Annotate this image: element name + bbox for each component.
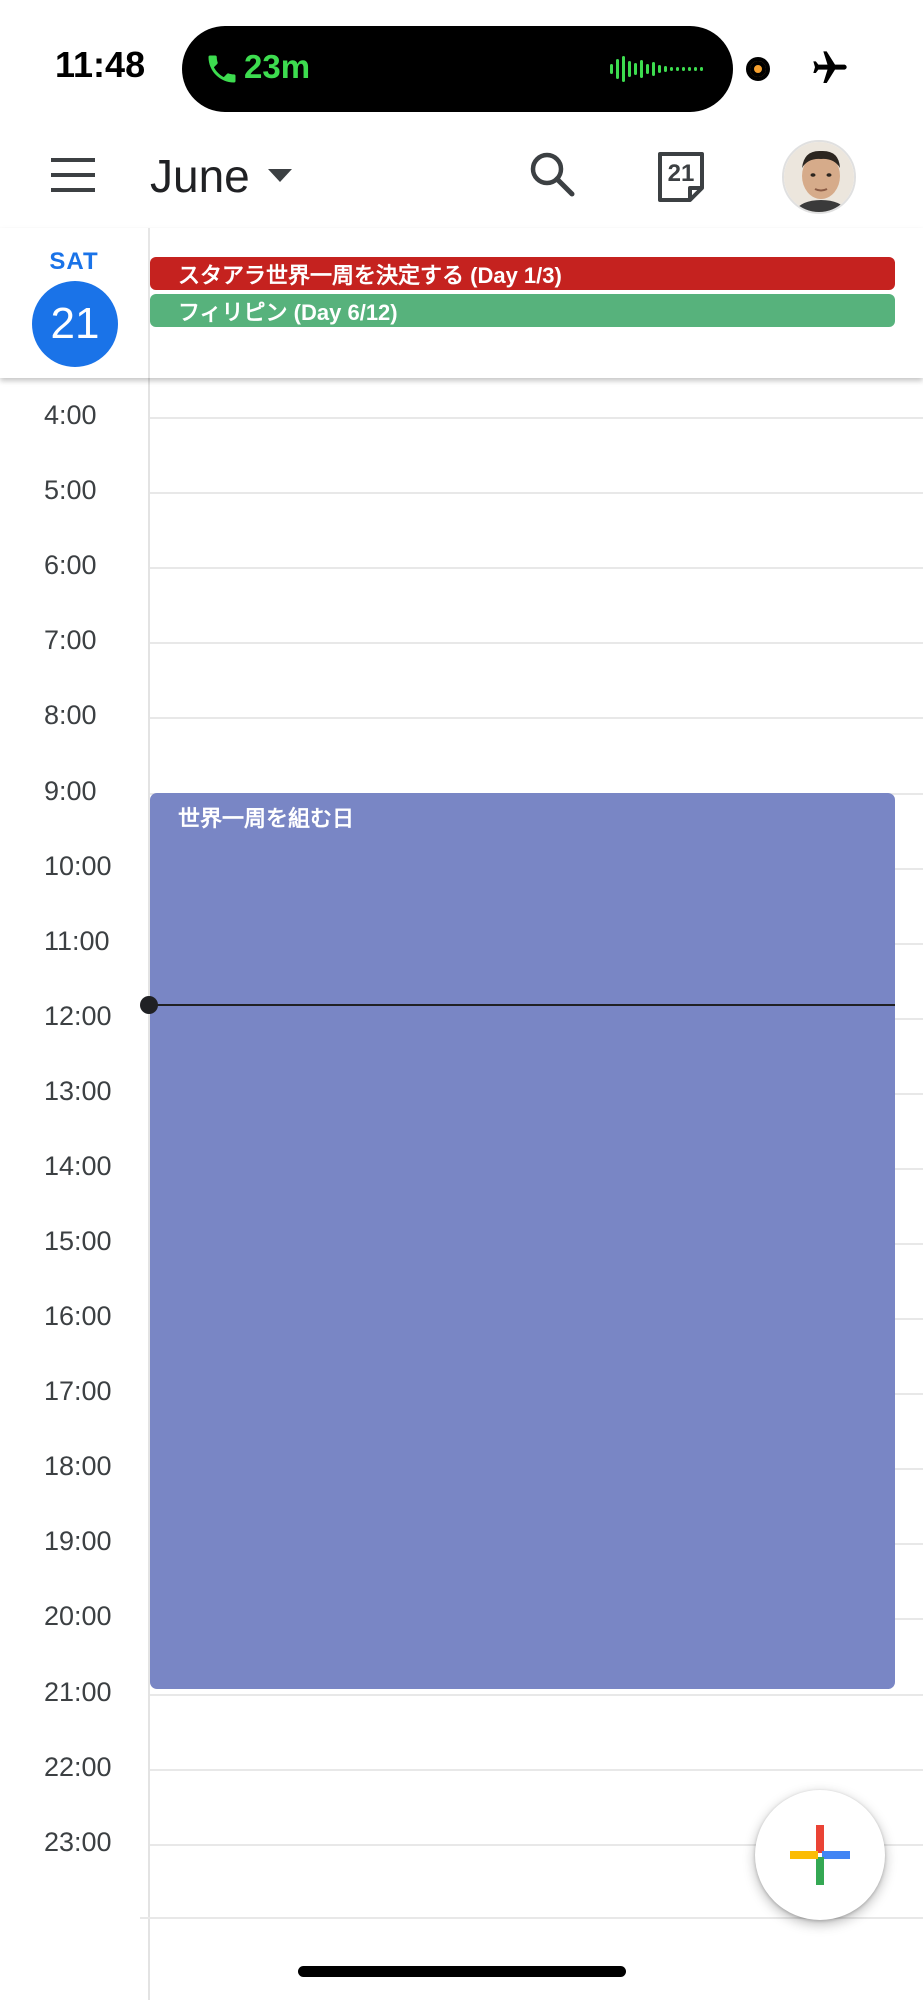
hour-line bbox=[150, 642, 923, 644]
status-time: 11:48 bbox=[55, 44, 146, 85]
hour-row: 6:00 bbox=[0, 550, 923, 580]
hour-label: 4:00 bbox=[44, 400, 97, 430]
hour-label: 21:00 bbox=[44, 1677, 112, 1707]
month-label: June bbox=[150, 150, 250, 202]
hour-row: 4:00 bbox=[0, 400, 923, 430]
hour-label: 18:00 bbox=[44, 1451, 112, 1481]
dynamic-island-call[interactable]: 23m bbox=[182, 26, 733, 112]
orange-dot-icon bbox=[746, 57, 770, 81]
hour-row: 8:00 bbox=[0, 700, 923, 730]
hour-line bbox=[150, 492, 923, 494]
hour-label: 5:00 bbox=[44, 475, 97, 505]
timed-event[interactable]: 世界一周を組む日 bbox=[150, 793, 895, 1689]
day-weekday: SAT bbox=[49, 248, 99, 275]
hour-label: 13:00 bbox=[44, 1076, 112, 1106]
hour-label: 17:00 bbox=[44, 1376, 112, 1406]
call-duration: 23m bbox=[244, 48, 311, 85]
time-grid[interactable]: 4:00 5:00 6:00 7:00 8:00 9:00 10:00 11:0… bbox=[0, 378, 923, 2000]
hour-line bbox=[150, 717, 923, 719]
hour-label: 7:00 bbox=[44, 625, 97, 655]
hour-label: 10:00 bbox=[44, 851, 112, 881]
hour-label: 20:00 bbox=[44, 1601, 112, 1631]
day-number[interactable]: 21 bbox=[32, 281, 118, 367]
hour-label: 14:00 bbox=[44, 1151, 112, 1181]
plus-icon bbox=[790, 1825, 850, 1885]
today-calendar-icon[interactable]: 21 bbox=[656, 150, 706, 202]
menu-icon[interactable] bbox=[51, 158, 95, 192]
current-time-line bbox=[150, 1004, 895, 1006]
hour-line bbox=[150, 1769, 923, 1771]
hour-label: 6:00 bbox=[44, 550, 97, 580]
avatar[interactable] bbox=[782, 140, 856, 214]
home-indicator[interactable] bbox=[298, 1966, 626, 1977]
hour-label: 16:00 bbox=[44, 1301, 112, 1331]
hour-label: 22:00 bbox=[44, 1752, 112, 1782]
hour-label: 8:00 bbox=[44, 700, 97, 730]
hour-line bbox=[150, 1694, 923, 1696]
hour-line bbox=[150, 567, 923, 569]
hour-line bbox=[150, 417, 923, 419]
dropdown-caret-icon bbox=[267, 169, 292, 182]
audio-wave-icon bbox=[610, 56, 703, 82]
phone-icon bbox=[208, 55, 236, 83]
hour-label: 12:00 bbox=[44, 1001, 112, 1031]
current-time-dot bbox=[140, 996, 158, 1014]
airplane-icon bbox=[813, 51, 847, 83]
hour-row: 21:00 bbox=[0, 1677, 923, 1707]
hour-row: 5:00 bbox=[0, 475, 923, 505]
hour-row: 7:00 bbox=[0, 625, 923, 655]
hour-label: 23:00 bbox=[44, 1827, 112, 1857]
month-dropdown-button[interactable]: June bbox=[150, 146, 292, 206]
search-icon[interactable] bbox=[528, 150, 578, 200]
hour-label: 9:00 bbox=[44, 776, 97, 806]
create-event-button[interactable] bbox=[755, 1790, 885, 1920]
hour-label: 15:00 bbox=[44, 1226, 112, 1256]
hour-label: 11:00 bbox=[44, 926, 110, 956]
day-header: SAT 21 スタアラ世界一周を決定する (Day 1/3) フィリピン (Da… bbox=[0, 228, 923, 378]
timed-event-title: 世界一周を組む日 bbox=[178, 806, 355, 831]
today-date-label: 21 bbox=[667, 160, 695, 187]
all-day-event[interactable]: フィリピン (Day 6/12) bbox=[150, 294, 895, 327]
all-day-event[interactable]: スタアラ世界一周を決定する (Day 1/3) bbox=[150, 257, 895, 290]
hour-label: 19:00 bbox=[44, 1526, 112, 1556]
hour-row: 22:00 bbox=[0, 1752, 923, 1782]
